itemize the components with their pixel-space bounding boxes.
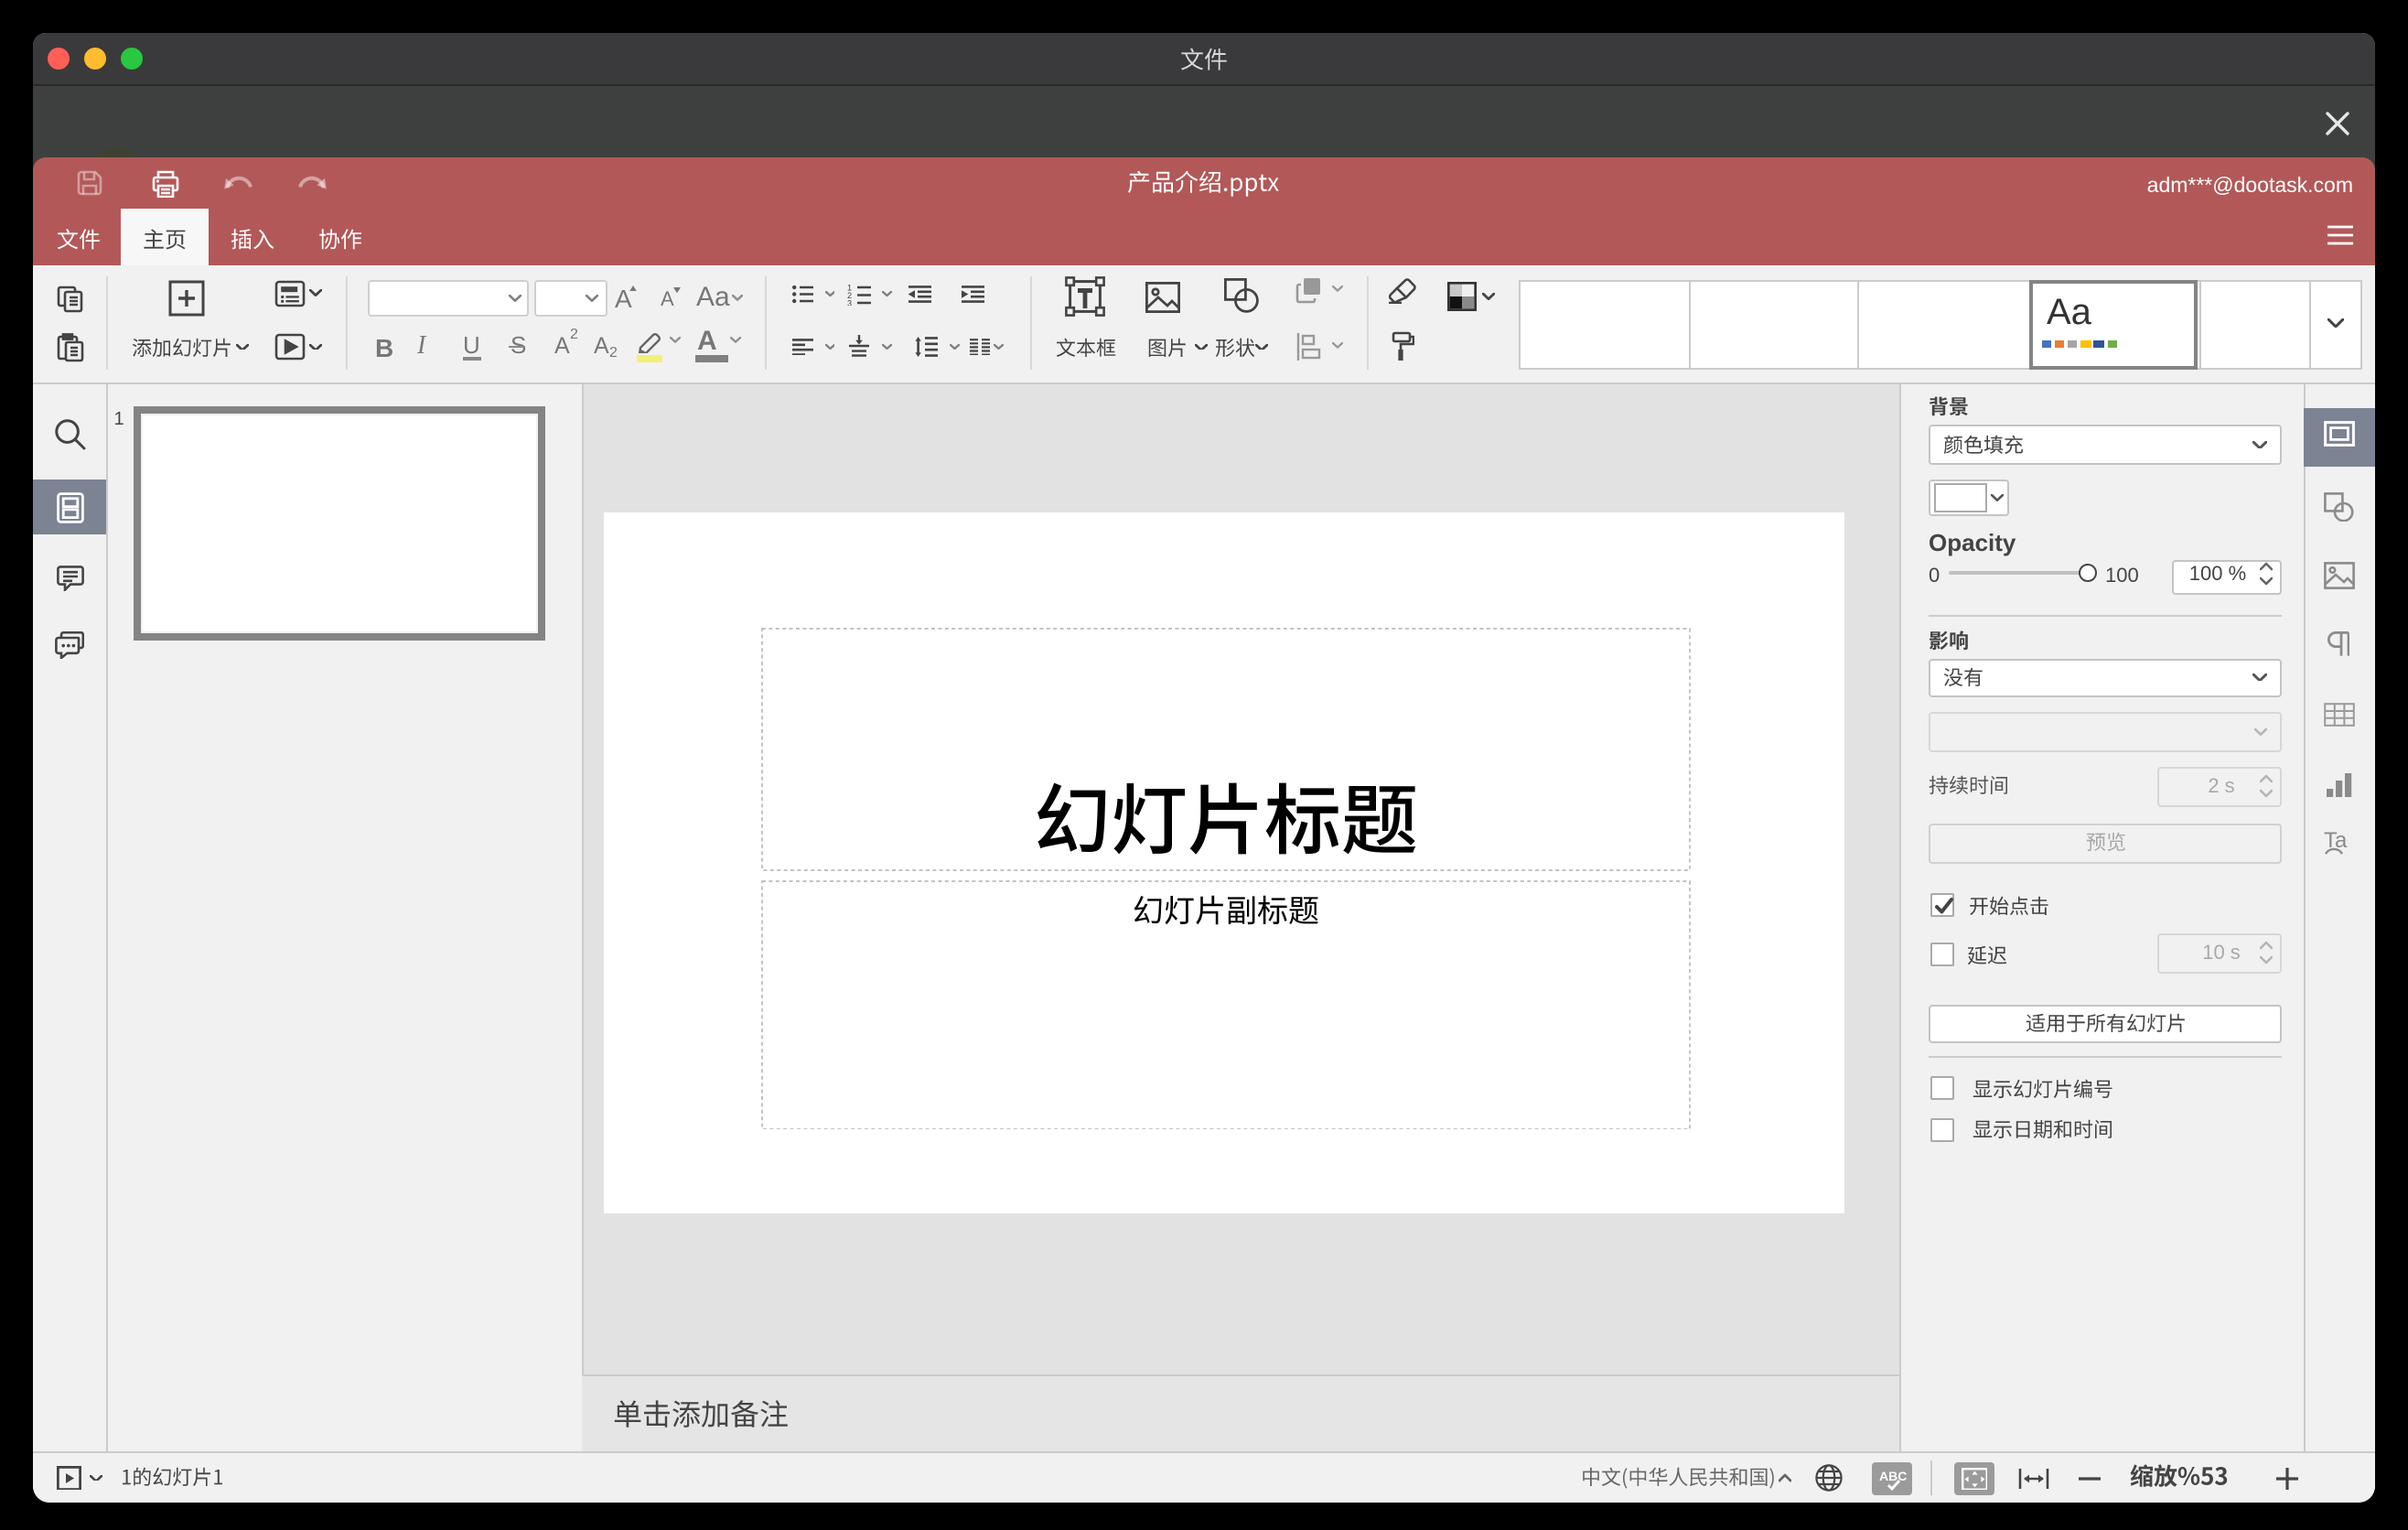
svg-text:ABC: ABC [1878, 1468, 1906, 1482]
svg-text:3: 3 [847, 298, 852, 306]
